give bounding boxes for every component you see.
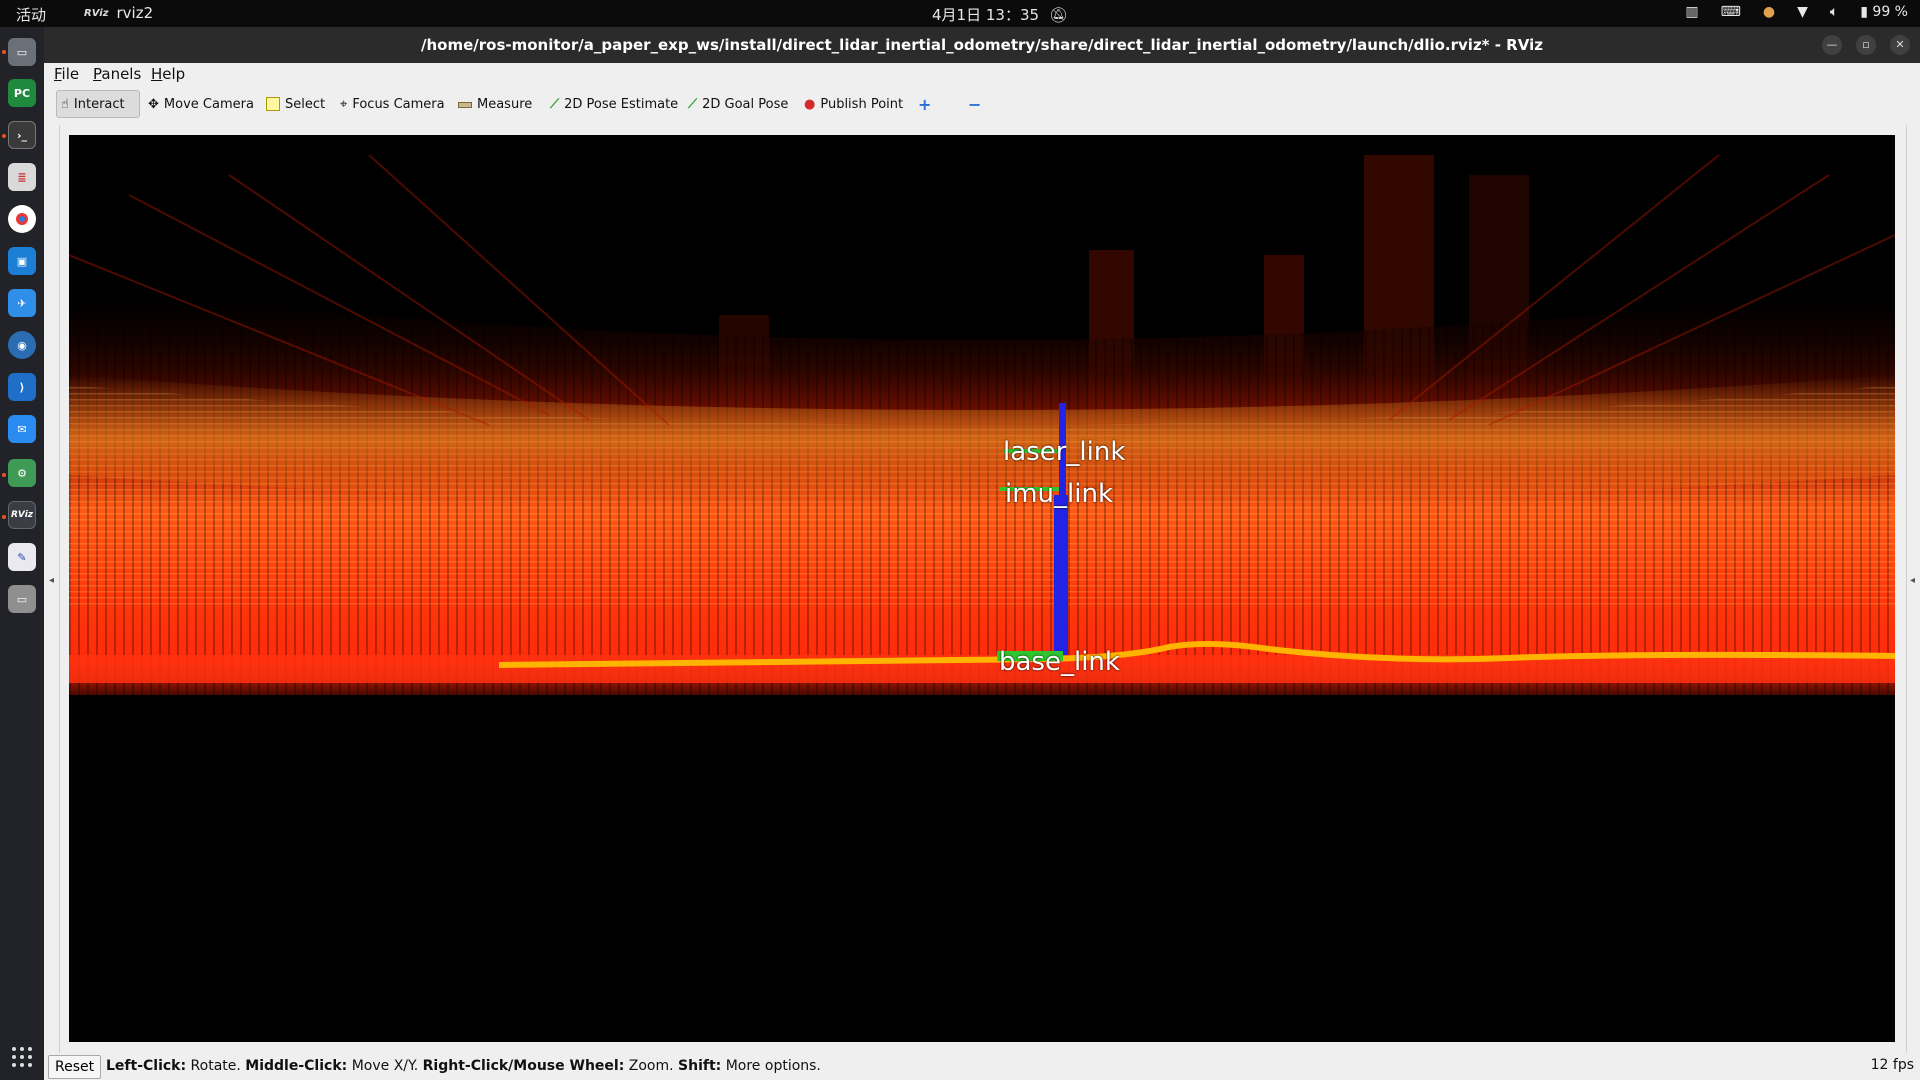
tool-app-icon[interactable]: ◉: [8, 331, 36, 359]
dock: ▭ PC ›_ ≣ ▣ ✈ ◉ ⟩ ✉ ⚙ RViz ✎ ▭: [0, 27, 44, 1080]
crosshair-icon: ⌖: [340, 96, 348, 112]
frame-label-laser: laser_link: [1003, 437, 1126, 467]
mail-icon[interactable]: ✉: [8, 415, 36, 443]
render-panel: ◂ laser_link imu_link base_link ◂: [44, 125, 1920, 1070]
remove-tool-button[interactable]: −: [964, 90, 985, 118]
cat-icon[interactable]: ●: [1763, 4, 1775, 20]
show-applications-icon[interactable]: [12, 1047, 32, 1067]
minimize-button[interactable]: —: [1822, 35, 1842, 55]
input-method-icon[interactable]: ▥: [1685, 4, 1698, 20]
minus-icon: −: [968, 94, 982, 114]
window-titlebar[interactable]: /home/ros-monitor/a_paper_exp_ws/install…: [44, 27, 1920, 63]
vscode-icon[interactable]: ⟩: [8, 373, 36, 401]
frame-label-imu: imu_link: [1005, 479, 1114, 509]
volume-icon[interactable]: 🔈︎: [1830, 4, 1838, 20]
running-indicator: [2, 473, 6, 477]
fps-counter: 12 fps: [1870, 1057, 1914, 1073]
battery-indicator[interactable]: ▮ 99 %: [1860, 4, 1908, 20]
point-cloud-canvas[interactable]: [69, 135, 1895, 1042]
chrome-icon[interactable]: [8, 205, 36, 233]
plus-icon: +: [918, 94, 932, 114]
battery-icon: ▮: [1860, 4, 1868, 20]
app-badge: RViz: [84, 7, 109, 19]
green-arrow-icon: ⟋: [688, 96, 698, 112]
interact-tool[interactable]: ☝ Interact: [56, 90, 140, 118]
tool-bar: ☝ Interact ✥ Move Camera Select ⌖ Focus …: [44, 85, 1920, 125]
app-name: rviz2: [116, 4, 154, 22]
clock-text: 4月1日 13：35: [932, 6, 1040, 24]
focus-camera-tool[interactable]: ⌖ Focus Camera: [336, 90, 449, 118]
menu-bar: File Panels Help: [44, 63, 1920, 85]
right-dock-collapse[interactable]: ◂: [1906, 125, 1920, 1070]
chevron-left-icon: ◂: [49, 575, 55, 586]
notification-off-icon: 🔕︎: [1049, 5, 1069, 24]
reset-button[interactable]: Reset: [48, 1055, 102, 1079]
clock[interactable]: 4月1日 13：35 🔕︎: [932, 4, 1068, 25]
virtualbox-icon[interactable]: ▣: [8, 247, 36, 275]
maximize-button[interactable]: ▫: [1856, 35, 1876, 55]
running-indicator: [2, 515, 6, 519]
hand-pointer-icon: ☝: [61, 96, 69, 112]
text-editor-icon[interactable]: ≣: [8, 163, 36, 191]
trash-icon[interactable]: ▭: [8, 585, 36, 613]
menu-file[interactable]: File: [54, 65, 79, 83]
files-icon[interactable]: ▭: [8, 38, 36, 66]
menu-panels[interactable]: Panels: [93, 65, 141, 83]
keyboard-icon[interactable]: ⌨: [1721, 4, 1741, 20]
system-top-bar: 活动 RViz rviz2 4月1日 13：35 🔕︎ ▥ ⌨ ● ▼ 🔈︎ ▮…: [0, 0, 1920, 27]
move-camera-icon: ✥: [148, 96, 159, 112]
wifi-icon[interactable]: ▼: [1797, 4, 1808, 20]
goal-pose-tool[interactable]: ⟋ 2D Goal Pose: [684, 90, 792, 118]
pose-estimate-tool[interactable]: ⟋ 2D Pose Estimate: [546, 90, 682, 118]
window-title: /home/ros-monitor/a_paper_exp_ws/install…: [421, 36, 1543, 54]
messenger-icon[interactable]: ✈: [8, 289, 36, 317]
select-box-icon: [266, 97, 280, 111]
app-menu[interactable]: RViz rviz2: [84, 4, 153, 22]
status-bar: Reset Left-Click: Rotate. Middle-Click: …: [44, 1053, 1920, 1080]
publish-point-tool[interactable]: ● Publish Point: [800, 90, 907, 118]
close-button[interactable]: ✕: [1890, 35, 1910, 55]
3d-viewport[interactable]: laser_link imu_link base_link: [69, 135, 1895, 1042]
gear-app-icon[interactable]: ⚙: [8, 459, 36, 487]
green-arrow-icon: ⟋: [550, 96, 560, 112]
running-indicator: [2, 134, 6, 138]
status-hint: Left-Click: Rotate. Middle-Click: Move X…: [106, 1058, 821, 1074]
select-tool[interactable]: Select: [262, 90, 329, 118]
add-tool-button[interactable]: +: [914, 90, 935, 118]
battery-percent: 99 %: [1872, 4, 1908, 20]
move-camera-tool[interactable]: ✥ Move Camera: [144, 90, 258, 118]
left-dock-collapse[interactable]: ◂: [46, 125, 60, 1070]
running-indicator: [2, 50, 6, 54]
measure-tool[interactable]: Measure: [454, 90, 536, 118]
chevron-left-icon: ◂: [1910, 575, 1916, 586]
map-pin-icon: ●: [804, 96, 816, 112]
terminal-icon[interactable]: ›_: [8, 121, 36, 149]
activities-button[interactable]: 活动: [16, 4, 46, 25]
rviz-icon[interactable]: RViz: [8, 501, 36, 529]
notes-icon[interactable]: ✎: [8, 543, 36, 571]
frame-label-base: base_link: [999, 647, 1120, 677]
rviz-window: /home/ros-monitor/a_paper_exp_ws/install…: [44, 27, 1920, 1080]
system-tray[interactable]: ▥ ⌨ ● ▼ 🔈︎ ▮ 99 %: [1685, 4, 1908, 20]
pycharm-icon[interactable]: PC: [8, 79, 36, 107]
menu-help[interactable]: Help: [151, 65, 185, 83]
ruler-icon: [458, 102, 472, 108]
